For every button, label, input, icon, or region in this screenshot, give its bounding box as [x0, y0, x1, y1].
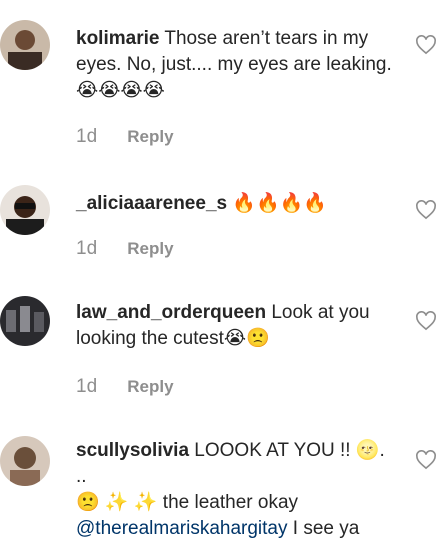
username[interactable]: _aliciaaarenee_s — [76, 193, 227, 214]
heart-outline-icon[interactable] — [415, 200, 437, 220]
avatar[interactable] — [0, 436, 50, 486]
username[interactable]: kolimarie — [76, 28, 159, 49]
comment-text: _aliciaaarenee_s 🔥🔥🔥🔥 — [76, 190, 406, 217]
username[interactable]: law_and_orderqueen — [76, 302, 266, 323]
reply-button[interactable]: Reply — [127, 239, 173, 258]
heart-outline-icon[interactable] — [415, 450, 437, 470]
timestamp: 1d — [76, 238, 98, 259]
reply-button[interactable]: Reply — [127, 127, 173, 146]
mention-link[interactable]: @therealmariskahargitay — [76, 518, 288, 539]
heart-outline-icon[interactable] — [415, 35, 437, 55]
timestamp: 1d — [76, 376, 98, 397]
comment-meta: 1d Reply — [76, 238, 174, 260]
comment-body: 🔥🔥🔥🔥 — [232, 192, 327, 214]
comment-text: law_and_orderqueen Look at you looking t… — [76, 300, 406, 352]
comment-text: scullysolivia LOOOK AT YOU !! 🌝. .. 🙁 ✨ … — [76, 438, 396, 542]
username[interactable]: scullysolivia — [76, 440, 189, 461]
timestamp: 1d — [76, 126, 98, 147]
comment-body-tail: I see ya — [287, 518, 360, 539]
heart-outline-icon[interactable] — [415, 311, 437, 331]
comment-body-line: 🙁 ✨ ✨ the leather okay — [76, 492, 299, 513]
comment-meta: 1d Reply — [76, 126, 174, 148]
comment-text: kolimarie Those aren’t tears in my eyes.… — [76, 26, 406, 104]
avatar[interactable] — [0, 185, 50, 235]
comment-meta: 1d Reply — [76, 376, 174, 398]
avatar[interactable] — [0, 296, 50, 346]
reply-button[interactable]: Reply — [127, 377, 173, 396]
avatar[interactable] — [0, 20, 50, 70]
